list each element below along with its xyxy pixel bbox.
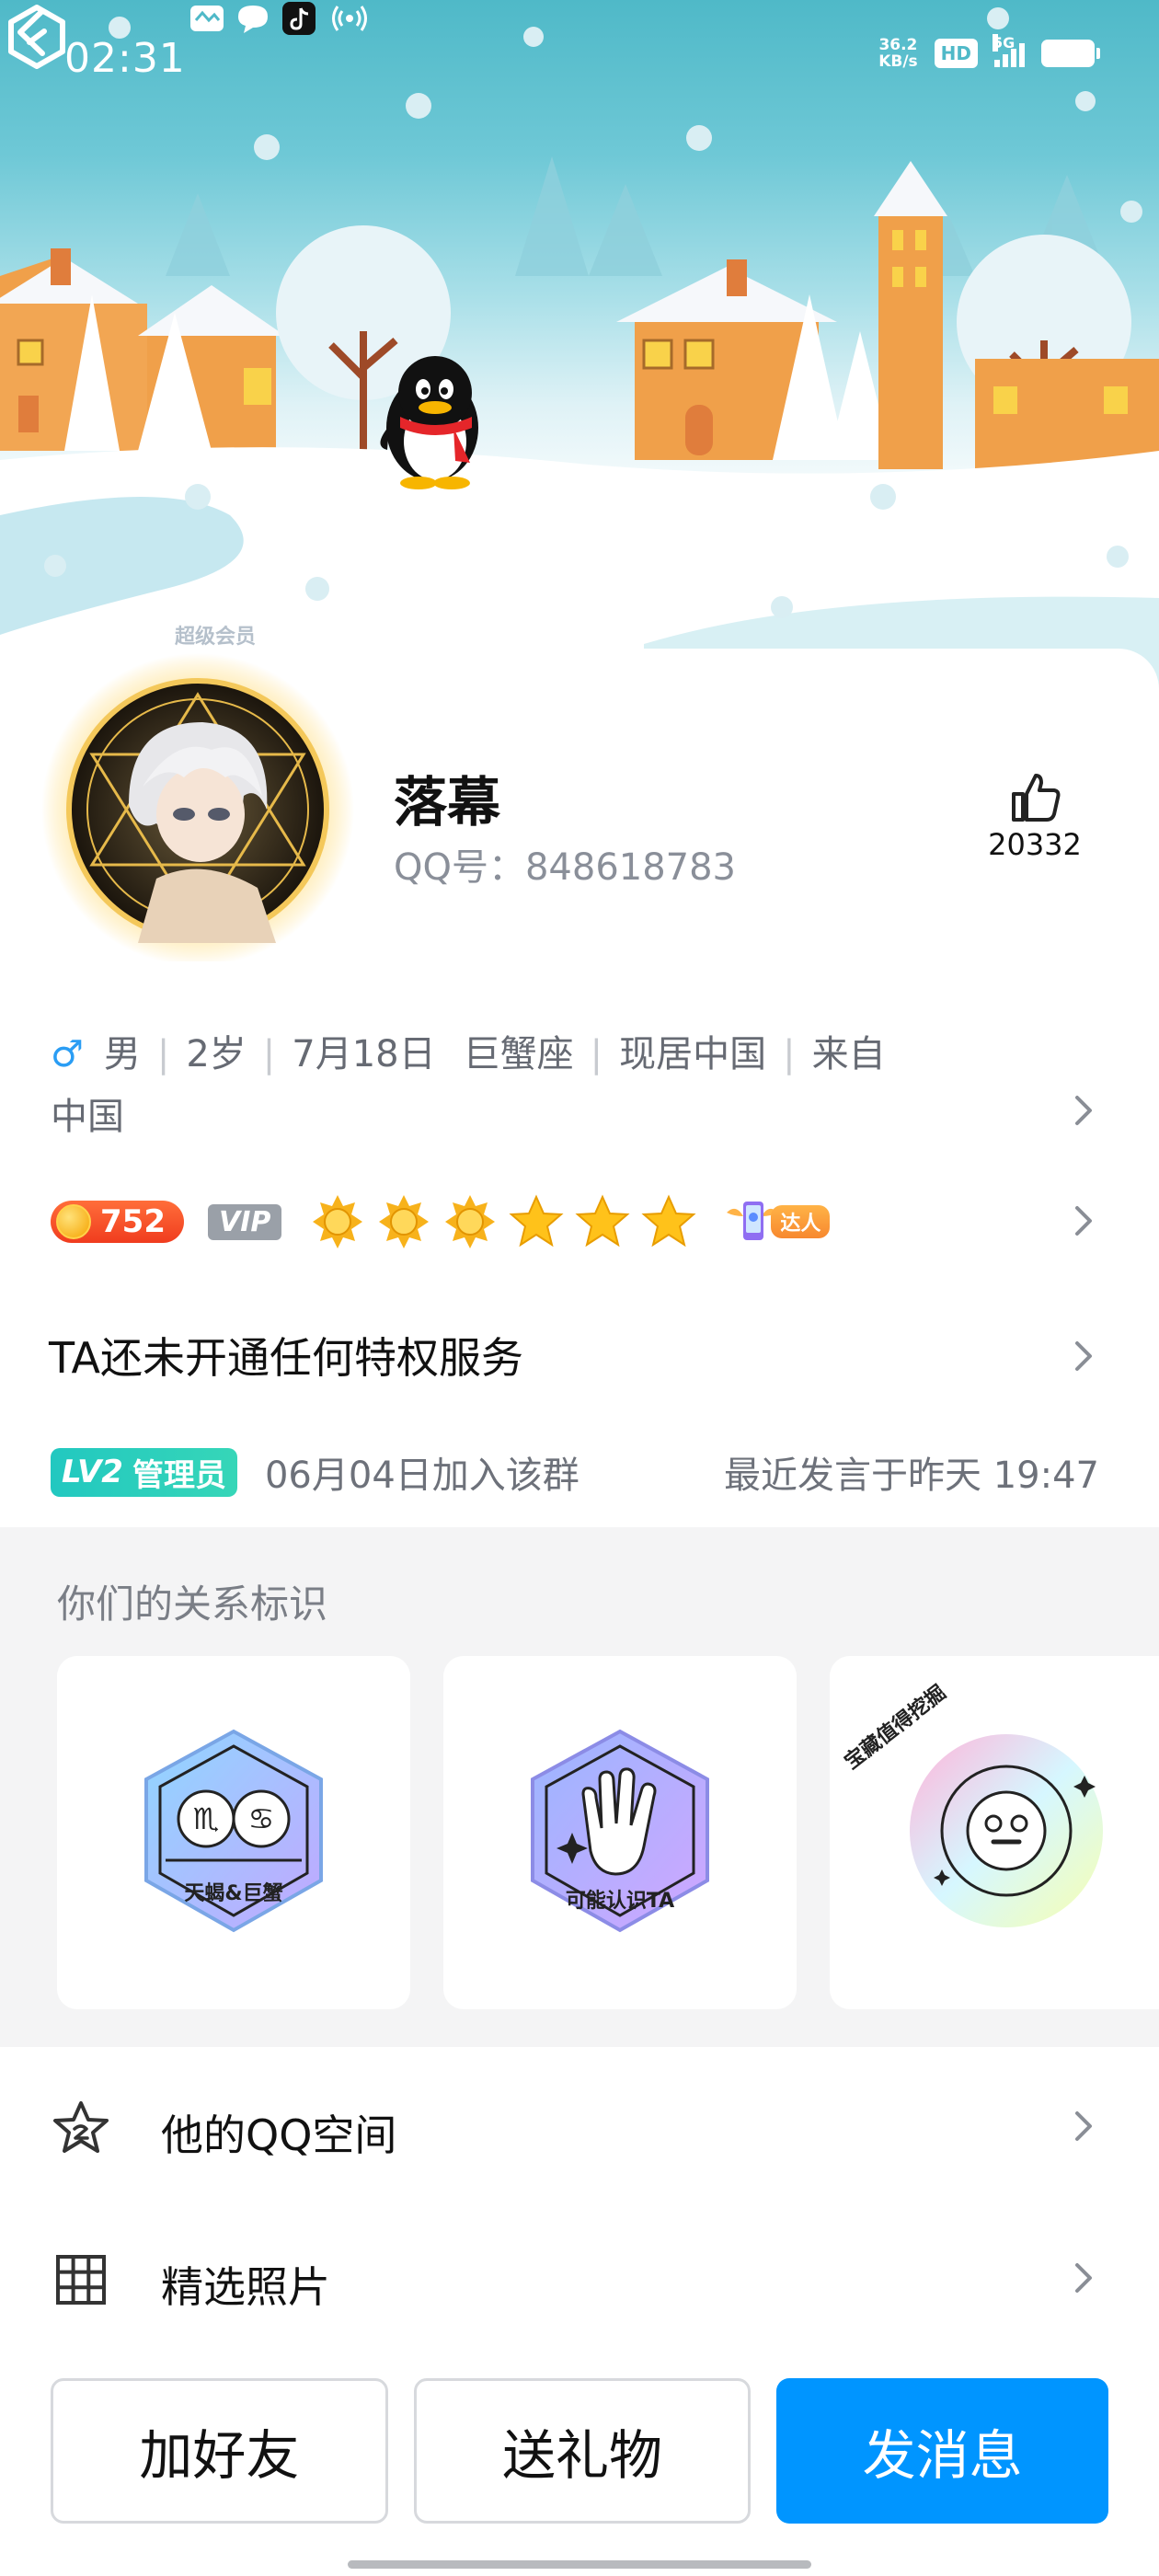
relationship-card-treasure[interactable]: 宝藏值得挖掘	[830, 1656, 1159, 2009]
sun-level-icon	[445, 1195, 496, 1248]
sun-level-icon	[379, 1195, 430, 1248]
qzone-label: 他的QQ空间	[161, 2110, 397, 2160]
gender-text: 男	[103, 1033, 141, 1075]
like-button[interactable]: 20332	[975, 768, 1095, 862]
zodiac-text: 巨蟹座	[463, 1033, 574, 1075]
hometown-text: 中国	[51, 1096, 124, 1138]
add-friend-button[interactable]: 加好友	[51, 2378, 388, 2524]
relationship-card-label: 天蝎&巨蟹	[184, 1882, 283, 1905]
qzone-row[interactable]: 他的QQ空间	[0, 2056, 1159, 2194]
network-speed: 36.2 KB/s	[878, 36, 918, 71]
relationship-section: 你们的关系标识 ♏ ♋ 天蝎&巨蟹 可能认识TA 宝藏值得挖掘	[0, 1527, 1159, 2047]
super-vip-watermark: 超级会员	[175, 626, 257, 649]
settings-hexagon-button[interactable]	[0, 0, 74, 74]
chevron-right-icon	[1075, 2111, 1092, 2141]
group-join-date: 06月04日加入该群	[264, 1455, 580, 1497]
coin-badge: 752	[51, 1201, 184, 1243]
send-gift-button[interactable]: 送礼物	[413, 2378, 752, 2524]
star-level-icon	[641, 1194, 696, 1248]
status-time: 02:31	[64, 35, 186, 82]
message-app-icon	[190, 6, 224, 31]
residence-text: 现居中国	[619, 1033, 767, 1075]
qzone-star-icon	[53, 2101, 109, 2153]
chevron-right-icon	[1075, 1206, 1092, 1236]
relationship-card-label: 可能认识TA	[565, 1890, 675, 1913]
treasure-smiley-badge-icon	[910, 1734, 1103, 1927]
star-level-icon	[575, 1194, 630, 1248]
qq-number: QQ号：848618783	[394, 846, 737, 889]
status-bar: 02:31 36.2 KB/s HD 5G	[0, 0, 1159, 120]
last-speak-time: 最近发言于昨天 19:47	[724, 1455, 1099, 1497]
badges-row[interactable]: 752 VIP 达人	[51, 1193, 831, 1250]
nickname: 落幕	[394, 771, 501, 834]
hotspot-icon	[332, 6, 367, 31]
home-indicator[interactable]	[348, 2560, 811, 2569]
profile-banner: 02:31 36.2 KB/s HD 5G	[0, 0, 1159, 699]
star-level-icon	[509, 1194, 564, 1248]
svg-text:♏: ♏	[193, 1801, 220, 1836]
age-text: 2岁	[186, 1033, 247, 1075]
tiktok-icon	[282, 2, 316, 35]
privilege-row[interactable]: TA还未开通任何特权服务	[49, 1325, 523, 1386]
from-label: 来自	[811, 1033, 886, 1075]
avatar[interactable]	[28, 649, 377, 961]
send-message-button[interactable]: 发消息	[776, 2378, 1109, 2524]
bottom-actions: 加好友 送礼物 发消息	[51, 2378, 1109, 2525]
svg-text:♋: ♋	[248, 1801, 275, 1836]
chevron-right-icon	[1075, 1341, 1092, 1371]
selected-photos-label: 精选照片	[161, 2262, 330, 2312]
vip-badge: VIP	[207, 1203, 282, 1240]
like-count: 20332	[988, 827, 1082, 862]
relationship-card-zodiac[interactable]: ♏ ♋ 天蝎&巨蟹	[57, 1656, 410, 2009]
battery-icon	[1041, 40, 1100, 67]
level-icons	[309, 1193, 697, 1250]
thumbs-up-icon	[1012, 774, 1061, 822]
group-info-row: LV2 管理员 06月04日加入该群 最近发言于昨天 19:47	[51, 1440, 1099, 1504]
chat-bubble-icon	[238, 6, 268, 33]
relationship-card-may-know[interactable]: 可能认识TA	[443, 1656, 797, 2009]
photo-grid-icon	[56, 2255, 106, 2305]
male-gender-icon: ♂	[51, 1033, 84, 1075]
hd-badge: HD	[934, 39, 978, 68]
chevron-right-icon	[1075, 2263, 1092, 2293]
selected-photos-row[interactable]: 精选照片	[0, 2208, 1159, 2346]
chevron-right-icon	[1075, 1096, 1092, 1125]
profile-info-row[interactable]: ♂ 男 | 2岁 | 7月18日 巨蟹座 | 现居中国 | 来自 中国	[51, 1023, 1081, 1148]
birthday-text: 7月18日	[292, 1033, 436, 1075]
zodiac-hexagon-icon: ♏ ♋	[144, 1729, 323, 1933]
group-level-badge: LV2 管理员	[51, 1447, 237, 1497]
gold-coin-icon	[56, 1204, 91, 1239]
signal-strength-icon: 5G	[993, 34, 1025, 67]
sun-level-icon	[313, 1195, 363, 1248]
talent-badge: 达人	[725, 1194, 831, 1249]
relationship-title: 你们的关系标识	[57, 1581, 328, 1627]
